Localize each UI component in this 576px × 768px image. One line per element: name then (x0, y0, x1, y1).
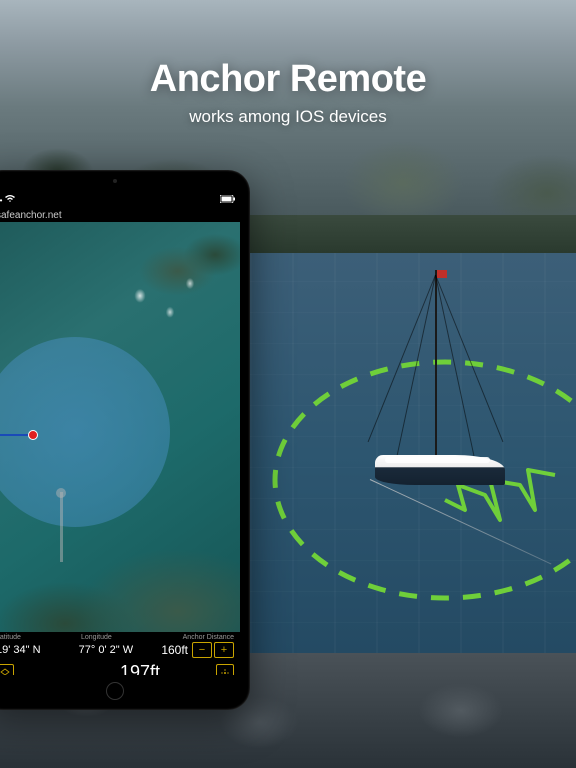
battery-icon (220, 195, 236, 205)
center-map-button[interactable] (216, 664, 234, 676)
anchor-alarm-radius (0, 337, 170, 527)
increase-distance-button[interactable]: + (214, 642, 234, 658)
latitude-value: 19' 34" N (0, 644, 79, 656)
sailboat (375, 455, 505, 485)
anchor-distance-tiny-label: Anchor Distance (166, 634, 234, 641)
anchor-distance-value: 160ft (161, 643, 188, 657)
longitude-value: 77° 0' 2" W (79, 644, 162, 656)
radius-line (0, 434, 32, 436)
dock-pier-end (56, 488, 66, 498)
dock-pier (60, 492, 63, 562)
ios-status-bar: ••• (0, 192, 240, 208)
latitude-tiny-label: Latitude (0, 634, 81, 641)
longitude-tiny-label: Longitude (81, 634, 166, 641)
coordinate-data-bar: Latitude Longitude Anchor Distance 19' 3… (0, 632, 240, 675)
wifi-icon (5, 195, 15, 205)
app-header: safeanchor.net (0, 208, 240, 222)
decrease-distance-button[interactable]: − (192, 642, 212, 658)
headline-title: Anchor Remote (0, 58, 576, 101)
app-header-title: safeanchor.net (0, 210, 62, 221)
anchor-marker[interactable] (28, 430, 38, 440)
ipad-device-frame: ••• safeanchor.net Latitude (0, 170, 250, 710)
satellite-map-view[interactable] (0, 222, 240, 632)
signal-icon: ••• (0, 196, 2, 205)
distance-readout: 197ft (120, 662, 160, 675)
toggle-layers-button[interactable] (0, 664, 14, 676)
app-screen: ••• safeanchor.net Latitude (0, 192, 240, 675)
marketing-headline: Anchor Remote works among IOS devices (0, 58, 576, 127)
headline-subtitle: works among IOS devices (0, 107, 576, 127)
